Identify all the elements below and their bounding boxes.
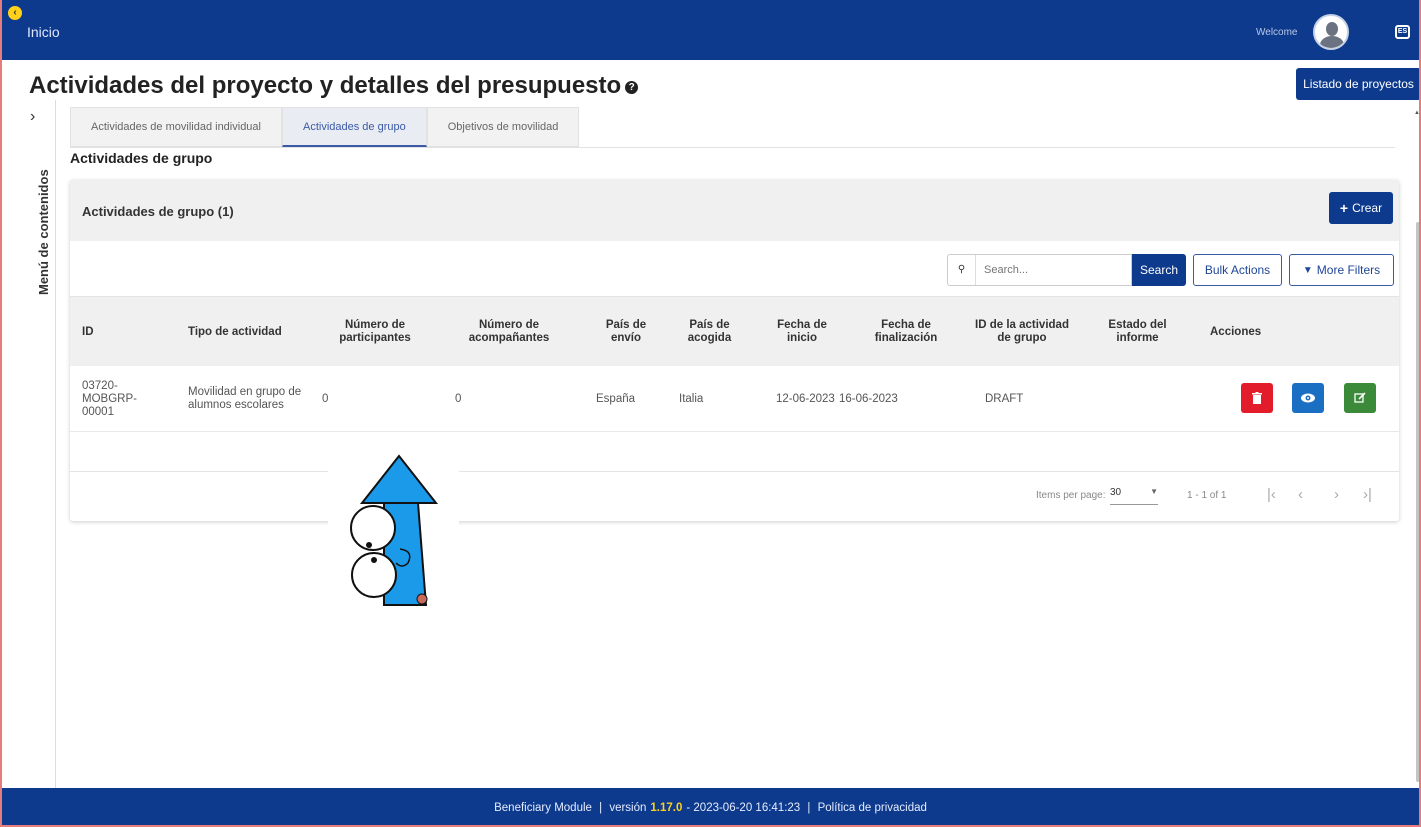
tabs-divider xyxy=(70,147,1395,148)
column-header[interactable]: Número de acompañantes xyxy=(452,297,566,367)
avatar-body-shape xyxy=(1320,36,1344,48)
cell-end-date: 16-06-2023 xyxy=(839,366,933,432)
prev-page-icon[interactable]: ‹ xyxy=(1298,486,1303,503)
footer-version-prefix: versión xyxy=(609,801,647,814)
home-link[interactable]: Inicio xyxy=(27,24,60,40)
items-per-page-value: 30 xyxy=(1110,487,1122,498)
eye-icon xyxy=(1301,393,1315,403)
cartoon-sticker-image xyxy=(328,453,459,617)
search-button[interactable]: Search xyxy=(1132,254,1186,286)
edit-icon xyxy=(1354,392,1366,403)
table-header: ID Tipo de actividad Número de participa… xyxy=(70,296,1399,366)
column-header[interactable]: País de envío xyxy=(591,297,661,367)
privacy-policy-link[interactable]: Política de privacidad xyxy=(818,802,927,814)
cell-sending-country: España xyxy=(596,392,636,405)
view-button[interactable] xyxy=(1292,383,1324,413)
more-filters-button[interactable]: ▼ More Filters xyxy=(1289,254,1394,286)
footer-build: - 2023-06-20 16:41:23 xyxy=(686,801,801,814)
footer-separator: | xyxy=(595,801,606,814)
footer-bar: Beneficiary Module | versión 1.17.0 - 20… xyxy=(0,788,1421,827)
scrollbar-thumb[interactable] xyxy=(1416,222,1421,782)
cell-participants: 0 xyxy=(322,392,329,405)
user-avatar[interactable] xyxy=(1313,14,1349,50)
column-header[interactable]: Fecha de inicio xyxy=(766,297,838,367)
language-selector-icon[interactable]: ES xyxy=(1395,25,1410,39)
bulk-actions-button[interactable]: Bulk Actions xyxy=(1193,254,1282,286)
cell-companions: 0 xyxy=(455,392,462,405)
projects-list-button[interactable]: Listado de proyectos xyxy=(1296,68,1421,100)
column-header: Acciones xyxy=(1210,325,1262,338)
top-navigation-bar: ‹ Inicio Welcome ES xyxy=(0,0,1421,60)
items-per-page-label: Items per page: xyxy=(1036,490,1106,501)
column-header[interactable]: Número de participantes xyxy=(322,297,428,367)
card-header: Actividades de grupo (1) + Crear xyxy=(70,180,1399,241)
welcome-text: Welcome xyxy=(1256,27,1298,38)
column-header[interactable]: ID xyxy=(82,297,172,367)
cell-start-date: 12-06-2023 xyxy=(776,392,835,405)
cell-end-date-text: 16-06-2023 xyxy=(839,392,898,405)
section-title: Actividades de grupo xyxy=(70,150,213,166)
column-header[interactable]: Fecha de finalización xyxy=(859,297,953,367)
column-header[interactable]: País de acogida xyxy=(673,297,746,367)
trash-icon xyxy=(1252,392,1262,404)
create-button-label: Crear xyxy=(1352,201,1383,215)
items-per-page-select[interactable]: 30 ▼ xyxy=(1110,487,1158,505)
edit-button[interactable] xyxy=(1344,383,1376,413)
search-input[interactable] xyxy=(976,264,1126,276)
scroll-up-icon[interactable]: ▲ xyxy=(1414,110,1420,116)
chevron-down-icon: ▼ xyxy=(1150,487,1158,496)
delete-button[interactable] xyxy=(1241,383,1273,413)
cell-id: 03720-MOBGRP-00001 xyxy=(82,379,137,418)
content-menu-label[interactable]: Menú de contenidos xyxy=(36,155,52,295)
page-range: 1 - 1 of 1 xyxy=(1187,490,1227,501)
tab-mobility-objectives[interactable]: Objetivos de movilidad xyxy=(426,107,580,147)
cell-activity-type: Movilidad en grupo de alumnos escolares xyxy=(188,386,302,411)
search-field: ⚲ xyxy=(947,254,1132,286)
footer-version: 1.17.0 xyxy=(650,801,683,814)
chevron-right-icon[interactable]: › xyxy=(30,108,35,126)
more-filters-label: More Filters xyxy=(1316,263,1381,277)
first-page-icon[interactable]: |‹ xyxy=(1267,486,1276,503)
footer-module: Beneficiary Module xyxy=(494,801,592,814)
search-icon: ⚲ xyxy=(948,255,976,285)
card-title: Actividades de grupo (1) xyxy=(82,204,234,219)
collapse-toggle-icon[interactable]: ‹ xyxy=(8,6,22,20)
paginator: Items per page: 30 ▼ 1 - 1 of 1 |‹ ‹ › ›… xyxy=(70,472,1399,521)
footer-separator: | xyxy=(804,801,814,814)
plus-icon: + xyxy=(1339,200,1349,216)
empty-row xyxy=(70,432,1399,472)
column-header[interactable]: Tipo de actividad xyxy=(188,297,303,367)
activity-tabs: Actividades de movilidad individual Acti… xyxy=(70,107,580,147)
page-title-text: Actividades del proyecto y detalles del … xyxy=(29,72,622,99)
next-page-icon[interactable]: › xyxy=(1334,486,1339,503)
tab-group-activities[interactable]: Actividades de grupo xyxy=(281,107,427,147)
cell-group-activity-id: DRAFT xyxy=(985,392,1024,405)
cell-report-status xyxy=(1110,366,1189,432)
cell-host-country: Italia xyxy=(679,392,704,405)
column-header[interactable]: ID de la actividad de grupo xyxy=(975,297,1069,367)
create-button[interactable]: + Crear xyxy=(1329,192,1393,224)
group-activities-card: Actividades de grupo (1) + Crear ⚲ Searc… xyxy=(70,180,1399,521)
help-icon[interactable]: ? xyxy=(625,81,639,94)
tab-individual-mobility[interactable]: Actividades de movilidad individual xyxy=(70,107,282,147)
last-page-icon[interactable]: ›| xyxy=(1363,486,1372,503)
avatar-head-shape xyxy=(1326,22,1338,36)
column-header[interactable]: Estado del informe xyxy=(1098,297,1177,367)
page-title: Actividades del proyecto y detalles del … xyxy=(29,72,639,100)
table-row: 03720-MOBGRP-00001 Movilidad en grupo de… xyxy=(70,366,1399,432)
cartoon-arrow-illustration xyxy=(350,454,439,606)
filter-icon: ▼ xyxy=(1302,264,1313,276)
